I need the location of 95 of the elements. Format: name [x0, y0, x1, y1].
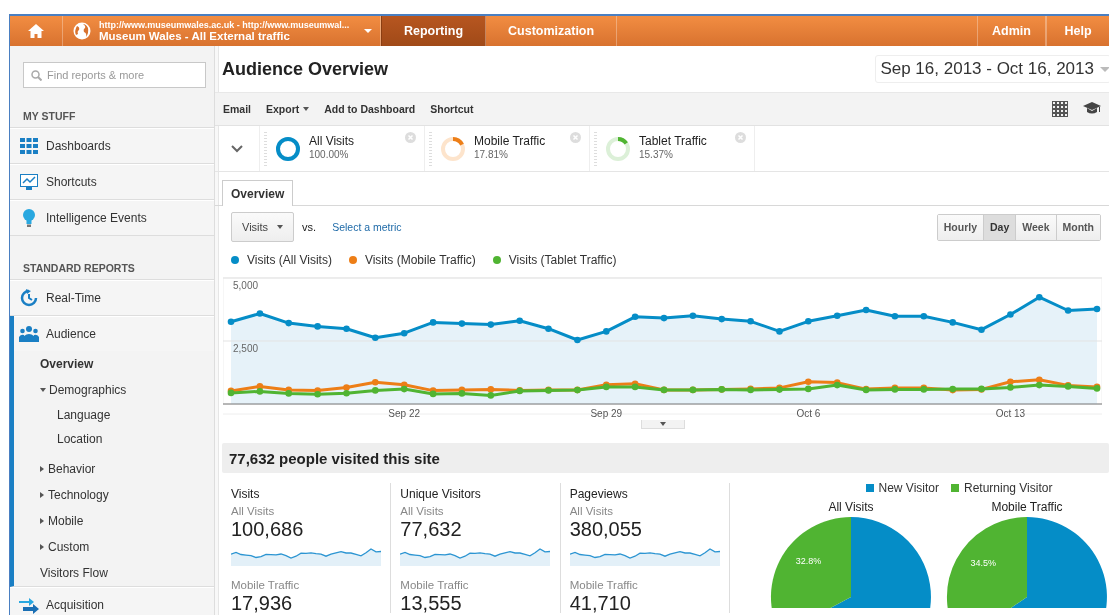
segment-share: 100.00% — [309, 148, 350, 162]
toolbar-button[interactable]: Shortcut — [430, 103, 474, 115]
drag-handle[interactable] — [429, 131, 432, 166]
donut-icon — [275, 135, 301, 162]
granularity-button[interactable]: Week — [1015, 214, 1056, 240]
segment-label: Mobile Traffic — [569, 579, 639, 592]
nav-item[interactable]: Real-Time — [10, 280, 214, 316]
metric-value: 100,686 — [231, 518, 305, 540]
search-field[interactable]: Find reports & more — [23, 62, 206, 88]
axis-label: Sep 22 — [388, 408, 421, 419]
date-range-picker[interactable]: Sep 16, 2013 - Oct 16, 2013 — [875, 55, 1109, 83]
nav-subitem[interactable]: Behavior — [14, 456, 214, 482]
mortarboard-icon[interactable] — [1083, 102, 1101, 116]
chart-title: Mobile Traffic — [991, 500, 1063, 514]
nav-subitem[interactable]: Demographics — [14, 377, 214, 403]
metric-value: 13,555 — [400, 592, 463, 614]
close-icon[interactable] — [405, 132, 416, 143]
metric-value: 380,055 — [569, 518, 643, 540]
nav-subitem[interactable]: Custom — [14, 534, 214, 560]
segment-card[interactable]: Tablet Traffic 15.37% — [590, 126, 755, 171]
caret-icon — [277, 225, 284, 229]
segment-label: All Visits — [231, 505, 276, 518]
page-title: Audience Overview — [222, 58, 389, 80]
chart-title: All Visits — [828, 500, 874, 514]
summary-heading: 77,632 people visited this site — [222, 443, 1109, 473]
metric-name: Unique Visitors — [400, 487, 482, 501]
axis-label: 5,000 — [233, 280, 259, 291]
toolbar-button[interactable]: Export — [266, 103, 310, 115]
close-icon[interactable] — [570, 132, 581, 143]
toolbar-button[interactable]: Add to Dashboard — [324, 103, 416, 115]
legend-label: New Visitor — [878, 481, 939, 495]
segment-name: All Visits — [309, 134, 355, 148]
segment-name: Mobile Traffic — [474, 134, 546, 148]
granularity-button[interactable]: Month — [1055, 214, 1100, 240]
globe-icon — [73, 22, 91, 40]
people-icon — [19, 326, 39, 342]
legend-label: Visits (All Visits) — [247, 253, 332, 267]
nav-subitem[interactable]: Language — [14, 403, 214, 427]
select-metric-link[interactable]: Select a metric — [332, 221, 402, 233]
segment-name: Tablet Traffic — [639, 134, 707, 148]
segment-label: Mobile Traffic — [231, 579, 301, 592]
drag-handle[interactable] — [594, 131, 597, 166]
nav-subitem[interactable]: Location — [14, 427, 214, 451]
toolbar-button[interactable]: Email — [223, 103, 251, 115]
grid-icon — [19, 138, 39, 154]
segment-label: All Visits — [569, 505, 614, 518]
segment-label: All Visits — [400, 505, 445, 518]
caret-icon — [303, 107, 310, 111]
home-icon — [28, 24, 44, 38]
metric-value: 17,936 — [231, 592, 294, 614]
data-label: 34.5% — [970, 557, 996, 568]
granularity-button[interactable]: Hourly — [937, 214, 983, 240]
close-icon[interactable] — [735, 132, 746, 143]
caret-icon — [1100, 66, 1109, 72]
metric-value: 41,710 — [569, 592, 632, 614]
axis-label: Oct 13 — [995, 408, 1026, 419]
donut-icon — [440, 135, 466, 162]
nav-item[interactable]: Intelligence Events — [10, 200, 214, 236]
metric-name: Pageviews — [569, 487, 629, 501]
axis-label: Oct 6 — [796, 408, 821, 419]
segment-share: 17.81% — [474, 148, 509, 162]
metric-value: 77,632 — [400, 518, 463, 540]
nav-subitem[interactable]: Mobile — [14, 508, 214, 534]
nav-item[interactable]: Dashboards — [10, 128, 214, 164]
chevron-down-icon[interactable] — [231, 144, 243, 153]
segment-card[interactable]: Mobile Traffic 17.81% — [425, 126, 590, 171]
donut-icon — [605, 135, 631, 162]
nav-tab[interactable]: Reporting — [381, 16, 487, 46]
legend-label: Visits (Mobile Traffic) — [364, 253, 476, 267]
nav-subitem[interactable]: Overview — [14, 351, 214, 377]
monitor-chart-icon — [19, 174, 39, 190]
segment-label: Mobile Traffic — [400, 579, 470, 592]
segment-card[interactable]: All Visits 100.00% — [260, 126, 425, 171]
drag-handle[interactable] — [264, 131, 267, 166]
granularity-button[interactable]: Day — [983, 214, 1016, 240]
legend-label: Visits (Tablet Traffic) — [508, 253, 617, 267]
axis-label: Sep 29 — [590, 408, 623, 419]
data-label: 32.8% — [795, 555, 822, 566]
refresh-clock-icon — [19, 289, 39, 307]
nav-item[interactable]: Acquisition — [10, 587, 214, 615]
axis-label: 2,500 — [233, 343, 259, 354]
nav-subitem[interactable]: Technology — [14, 482, 214, 508]
arrows-icon — [19, 596, 39, 614]
segment-share: 15.37% — [639, 148, 674, 162]
metric-name: Visits — [231, 487, 261, 501]
caret-icon — [659, 422, 666, 426]
vs-label: vs. — [302, 221, 317, 233]
nav-subitem[interactable]: Visitors Flow — [14, 560, 214, 586]
legend-label: Returning Visitor — [963, 481, 1053, 495]
metric-dropdown[interactable]: Visits — [231, 212, 295, 242]
expand-handle[interactable] — [640, 420, 685, 429]
grid-icon[interactable] — [1052, 101, 1068, 117]
tab[interactable]: Overview — [222, 180, 294, 206]
nav-item[interactable]: Shortcuts — [10, 164, 214, 200]
caret-icon — [364, 29, 372, 33]
